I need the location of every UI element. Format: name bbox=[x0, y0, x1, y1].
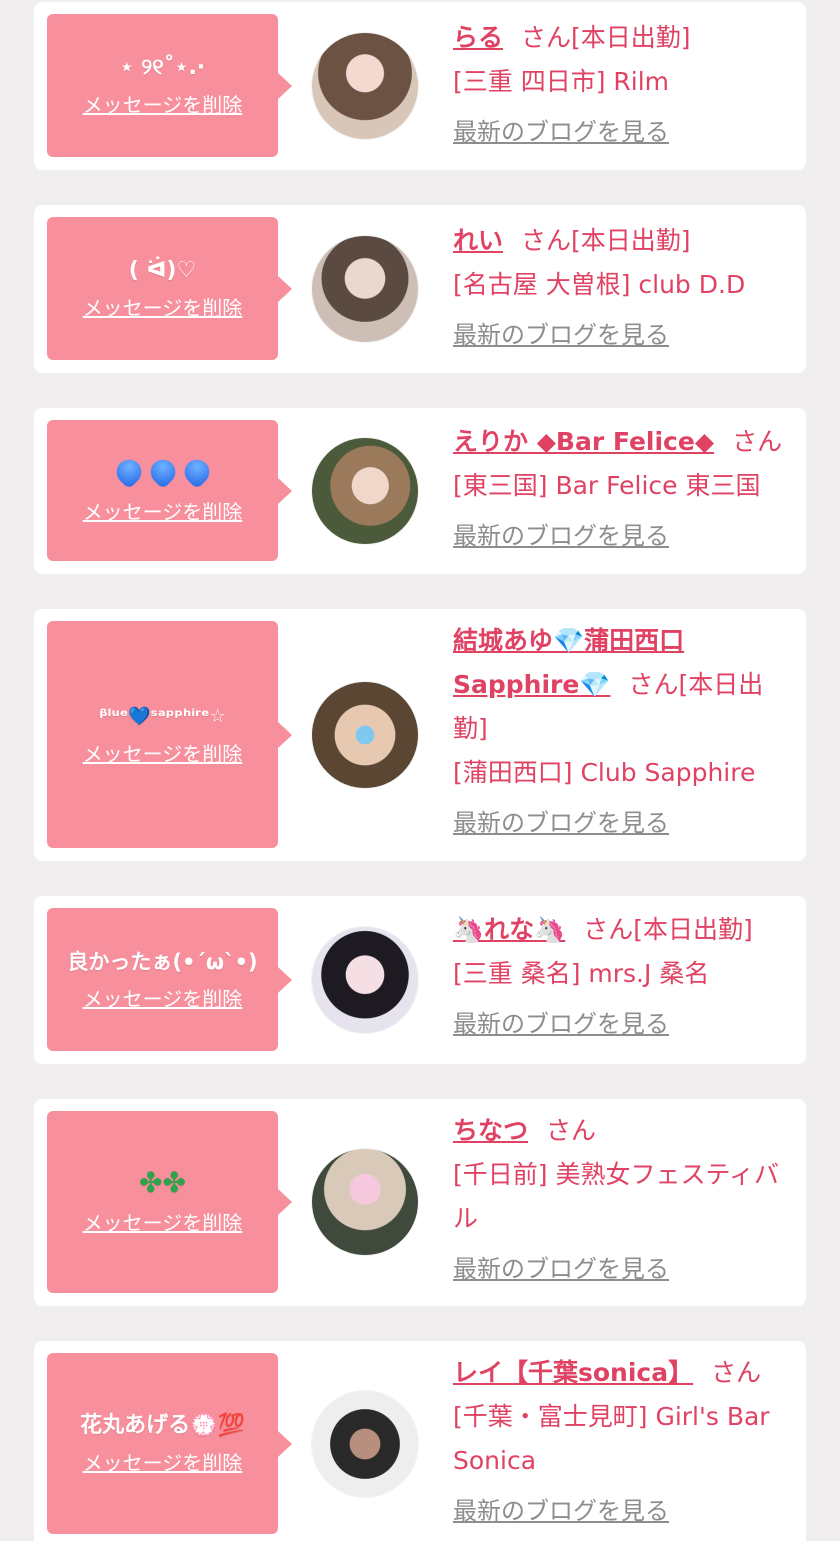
status-text: [本日出勤] bbox=[571, 226, 691, 255]
delete-message-link[interactable]: メッセージを削除 bbox=[83, 89, 243, 118]
delete-message-link[interactable]: メッセージを削除 bbox=[83, 292, 243, 321]
avatar[interactable] bbox=[312, 236, 418, 342]
message-card: メッセージを削除 えりか ◆Bar Felice◆ さん [東三国] Bar Fe… bbox=[34, 408, 806, 574]
san-label: さん bbox=[546, 1116, 597, 1145]
location-text: [千葉・富士見町] Girl's Bar Sonica bbox=[453, 1402, 770, 1475]
avatar[interactable] bbox=[312, 33, 418, 139]
cast-info: らる さん[本日出勤] [三重 四日市] Rilm 最新のブログを見る bbox=[453, 16, 793, 154]
delete-message-link[interactable]: メッセージを削除 bbox=[83, 738, 243, 767]
message-text: ᵝˡᵘᵉ💙ˢᵃᵖᵖʰⁱʳᵉ☆ bbox=[99, 706, 226, 727]
cast-info: れい さん[本日出勤] [名古屋 大曽根] club D.D 最新のブログを見る bbox=[453, 219, 793, 357]
message-text bbox=[111, 454, 214, 490]
message-bubble: 花丸あげる💮💯 メッセージを削除 bbox=[47, 1353, 292, 1534]
location-text: [千日前] 美熟女フェスティバル bbox=[453, 1160, 779, 1233]
location-text: [東三国] Bar Felice 東三国 bbox=[453, 471, 761, 500]
message-card: 花丸あげる💮💯 メッセージを削除 レイ【千葉sonica】 さん [千葉・富士見町… bbox=[34, 1341, 806, 1541]
message-bubble: ⋆ ୨୧˚⋆.· メッセージを削除 bbox=[47, 14, 292, 157]
cast-name-link[interactable]: ちなつ bbox=[453, 1116, 528, 1145]
latest-blog-link[interactable]: 最新のブログを見る bbox=[453, 514, 669, 558]
cast-name-link[interactable]: らる bbox=[453, 23, 503, 52]
latest-blog-link[interactable]: 最新のブログを見る bbox=[453, 801, 669, 845]
status-text: [本日出勤] bbox=[571, 23, 691, 52]
location-text: [蒲田西口] Club Sapphire bbox=[453, 758, 756, 787]
latest-blog-link[interactable]: 最新のブログを見る bbox=[453, 313, 669, 357]
blue-heart-icon bbox=[179, 454, 214, 489]
avatar[interactable] bbox=[312, 438, 418, 544]
message-text: ⋆ ୨୧˚⋆.· bbox=[119, 55, 206, 80]
location-text: [三重 四日市] Rilm bbox=[453, 67, 670, 96]
cast-name-link[interactable]: レイ【千葉sonica】 bbox=[453, 1358, 693, 1387]
location-text: [三重 桑名] mrs.J 桑名 bbox=[453, 959, 710, 988]
message-card: ᵝˡᵘᵉ💙ˢᵃᵖᵖʰⁱʳᵉ☆ メッセージを削除 結城あゆ💎蒲田西口Sapphir… bbox=[34, 609, 806, 861]
message-text: ( ᐛ)♡ bbox=[128, 258, 197, 283]
clover-icon: ✤ bbox=[139, 1166, 163, 1199]
delete-message-link[interactable]: メッセージを削除 bbox=[83, 983, 243, 1012]
san-label: さん bbox=[583, 915, 634, 944]
message-bubble: ✤✤ メッセージを削除 bbox=[47, 1111, 292, 1293]
cast-info: 結城あゆ💎蒲田西口Sapphire💎 さん[本日出勤] [蒲田西口] Club S… bbox=[453, 619, 793, 845]
avatar[interactable] bbox=[312, 927, 418, 1033]
message-text: 花丸あげる💮💯 bbox=[80, 1413, 245, 1438]
blue-heart-icon bbox=[145, 454, 180, 489]
avatar[interactable] bbox=[312, 682, 418, 788]
delete-message-link[interactable]: メッセージを削除 bbox=[83, 1447, 243, 1476]
message-bubble: 良かったぁ(•´ω`•) メッセージを削除 bbox=[47, 908, 292, 1051]
san-label: さん bbox=[521, 226, 572, 255]
message-bubble: メッセージを削除 bbox=[47, 420, 292, 561]
latest-blog-link[interactable]: 最新のブログを見る bbox=[453, 1247, 669, 1291]
cast-info: えりか ◆Bar Felice◆ さん [東三国] Bar Felice 東三国 … bbox=[453, 420, 793, 558]
latest-blog-link[interactable]: 最新のブログを見る bbox=[453, 110, 669, 154]
message-text: ✤✤ bbox=[139, 1168, 186, 1201]
san-label: さん bbox=[521, 23, 572, 52]
message-card: ⋆ ୨୧˚⋆.· メッセージを削除 らる さん[本日出勤] [三重 四日市] Ri… bbox=[34, 2, 806, 170]
delete-message-link[interactable]: メッセージを削除 bbox=[83, 496, 243, 525]
clover-icon: ✤ bbox=[162, 1166, 186, 1199]
cast-name-link[interactable]: 🦄れな🦄 bbox=[453, 915, 565, 944]
avatar[interactable] bbox=[312, 1149, 418, 1255]
location-text: [名古屋 大曽根] club D.D bbox=[453, 270, 746, 299]
delete-message-link[interactable]: メッセージを削除 bbox=[83, 1207, 243, 1236]
latest-blog-link[interactable]: 最新のブログを見る bbox=[453, 1002, 669, 1046]
message-text: 良かったぁ(•´ω`•) bbox=[67, 950, 258, 974]
latest-blog-link[interactable]: 最新のブログを見る bbox=[453, 1489, 669, 1533]
message-card: 良かったぁ(•´ω`•) メッセージを削除 🦄れな🦄 さん[本日出勤] [三重 桑… bbox=[34, 896, 806, 1064]
message-card: ( ᐛ)♡ メッセージを削除 れい さん[本日出勤] [名古屋 大曽根] club… bbox=[34, 205, 806, 373]
cast-info: レイ【千葉sonica】 さん [千葉・富士見町] Girl's Bar Soni… bbox=[453, 1351, 793, 1533]
status-text: [本日出勤] bbox=[633, 915, 753, 944]
cast-name-link[interactable]: れい bbox=[453, 226, 503, 255]
message-card: ✤✤ メッセージを削除 ちなつ さん [千日前] 美熟女フェスティバル 最新のブロ… bbox=[34, 1099, 806, 1306]
san-label: さん bbox=[711, 1358, 762, 1387]
blue-heart-icon bbox=[111, 454, 146, 489]
cast-info: 🦄れな🦄 さん[本日出勤] [三重 桑名] mrs.J 桑名 最新のブログを見る bbox=[453, 908, 793, 1046]
san-label: さん bbox=[628, 670, 679, 699]
avatar[interactable] bbox=[312, 1391, 418, 1497]
cast-name-link[interactable]: えりか ◆Bar Felice◆ bbox=[453, 427, 714, 456]
san-label: さん bbox=[732, 427, 783, 456]
message-bubble: ᵝˡᵘᵉ💙ˢᵃᵖᵖʰⁱʳᵉ☆ メッセージを削除 bbox=[47, 621, 292, 848]
cast-info: ちなつ さん [千日前] 美熟女フェスティバル 最新のブログを見る bbox=[453, 1109, 793, 1291]
message-bubble: ( ᐛ)♡ メッセージを削除 bbox=[47, 217, 292, 360]
